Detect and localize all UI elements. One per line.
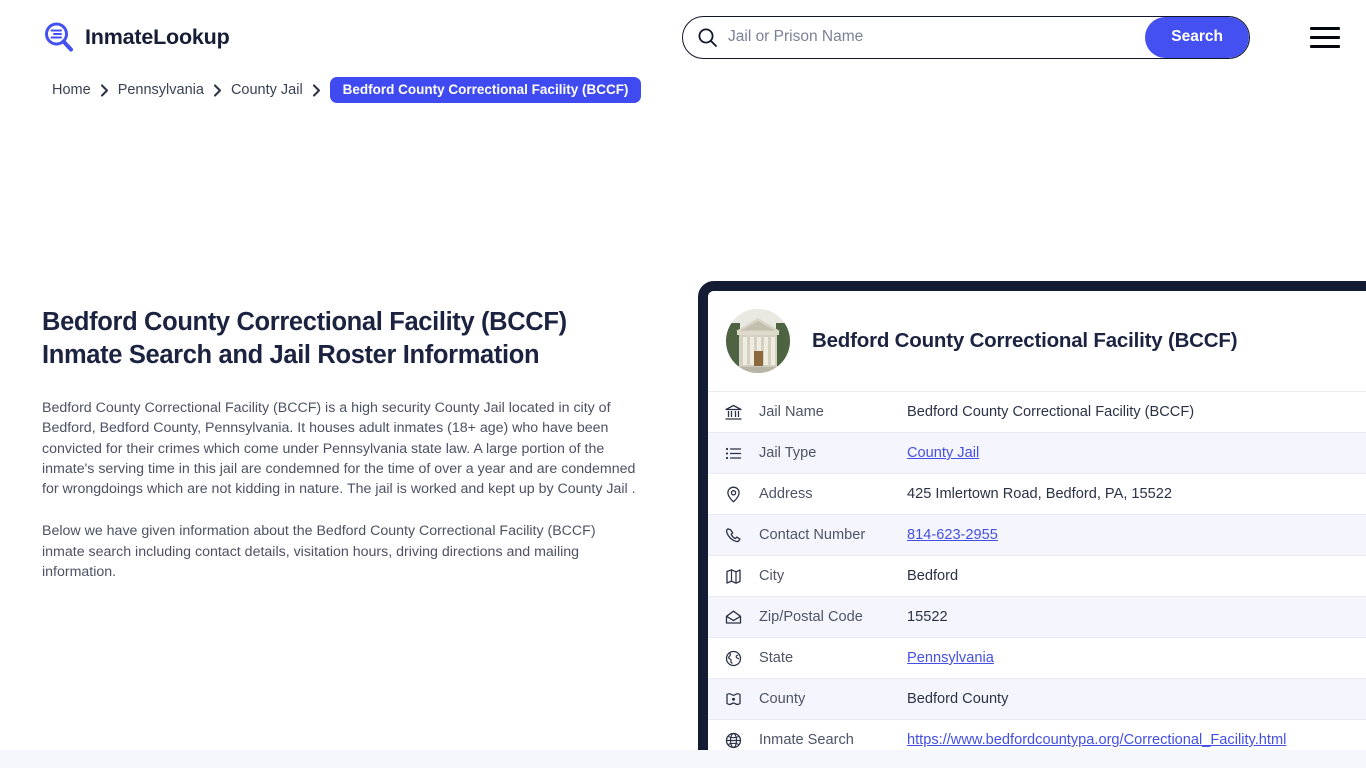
row-label: City	[759, 568, 907, 584]
facility-info-card: Bedford County Correctional Facility (BC…	[698, 281, 1366, 768]
row-value: Bedford County Correctional Facility (BC…	[907, 404, 1194, 420]
row-label: Zip/Postal Code	[759, 609, 907, 625]
badge-icon	[724, 690, 743, 709]
chevron-right-icon	[100, 84, 109, 97]
row-label: Jail Name	[759, 404, 907, 420]
search-icon	[697, 27, 718, 48]
row-value-link[interactable]: County Jail	[907, 445, 979, 461]
location-pin-icon	[724, 485, 743, 504]
row-value-link[interactable]: https://www.bedfordcountypa.org/Correcti…	[907, 732, 1286, 748]
table-row: State Pennsylvania	[708, 637, 1366, 678]
hamburger-menu-icon[interactable]	[1306, 20, 1344, 54]
article-paragraph-1: Bedford County Correctional Facility (BC…	[42, 398, 642, 499]
search-button[interactable]: Search	[1145, 17, 1249, 58]
chevron-right-icon	[213, 84, 222, 97]
search-input[interactable]	[724, 17, 1145, 58]
magnifier-list-logo-icon	[42, 20, 76, 54]
row-value: 425 Imlertown Road, Bedford, PA, 15522	[907, 486, 1172, 502]
row-label: Address	[759, 486, 907, 502]
row-value: Bedford County	[907, 691, 1008, 707]
article-column: Bedford County Correctional Facility (BC…	[42, 306, 642, 582]
menu-bar-2	[1310, 36, 1340, 39]
breadcrumb-current-page: Bedford County Correctional Facility (BC…	[330, 77, 642, 103]
breadcrumb: Home Pennsylvania County Jail Bedford Co…	[0, 76, 1366, 104]
table-row: Jail Type County Jail	[708, 432, 1366, 473]
main-content: Bedford County Correctional Facility (BC…	[0, 104, 1366, 768]
table-row: Jail Name Bedford County Correctional Fa…	[708, 391, 1366, 432]
row-value: 15522	[907, 609, 948, 625]
row-label: Contact Number	[759, 527, 907, 543]
table-row: City Bedford	[708, 555, 1366, 596]
table-row: Zip/Postal Code 15522	[708, 596, 1366, 637]
page-title: Bedford County Correctional Facility (BC…	[42, 306, 642, 372]
article-paragraph-2: Below we have given information about th…	[42, 521, 642, 582]
row-label: State	[759, 650, 907, 666]
row-value-link[interactable]: 814-623-2955	[907, 527, 998, 543]
courthouse-photo-icon	[726, 309, 790, 373]
search-bar[interactable]: Search	[682, 16, 1250, 59]
envelope-icon	[724, 608, 743, 627]
page-title-line-2: Inmate Search and Jail Roster Informatio…	[42, 339, 642, 372]
site-header: InmateLookup Search	[0, 0, 1366, 74]
brand-logo-link[interactable]: InmateLookup	[42, 20, 682, 54]
row-label: Jail Type	[759, 445, 907, 461]
table-row: Address 425 Imlertown Road, Bedford, PA,…	[708, 473, 1366, 514]
map-icon	[724, 567, 743, 586]
facility-card-title: Bedford County Correctional Facility (BC…	[812, 329, 1237, 353]
phone-icon	[724, 526, 743, 545]
menu-bar-3	[1310, 45, 1340, 48]
menu-bar-1	[1310, 27, 1340, 30]
page-title-line-1: Bedford County Correctional Facility (BC…	[42, 306, 642, 339]
breadcrumb-item-pennsylvania[interactable]: Pennsylvania	[118, 82, 204, 98]
row-label: County	[759, 691, 907, 707]
breadcrumb-item-home[interactable]: Home	[52, 82, 91, 98]
breadcrumb-item-county-jail[interactable]: County Jail	[231, 82, 303, 98]
chevron-right-icon	[312, 84, 321, 97]
row-value-link[interactable]: Pennsylvania	[907, 650, 994, 666]
footer-strip	[0, 750, 1366, 768]
bank-icon	[724, 403, 743, 422]
row-label: Inmate Search	[759, 732, 907, 748]
facility-card-header: Bedford County Correctional Facility (BC…	[708, 291, 1366, 391]
brand-name: InmateLookup	[85, 25, 230, 50]
list-icon	[724, 444, 743, 463]
row-value: Bedford	[907, 568, 958, 584]
globe-icon	[724, 731, 743, 750]
globe-americas-icon	[724, 649, 743, 668]
table-row: Contact Number 814-623-2955	[708, 514, 1366, 555]
table-row: County Bedford County	[708, 678, 1366, 719]
